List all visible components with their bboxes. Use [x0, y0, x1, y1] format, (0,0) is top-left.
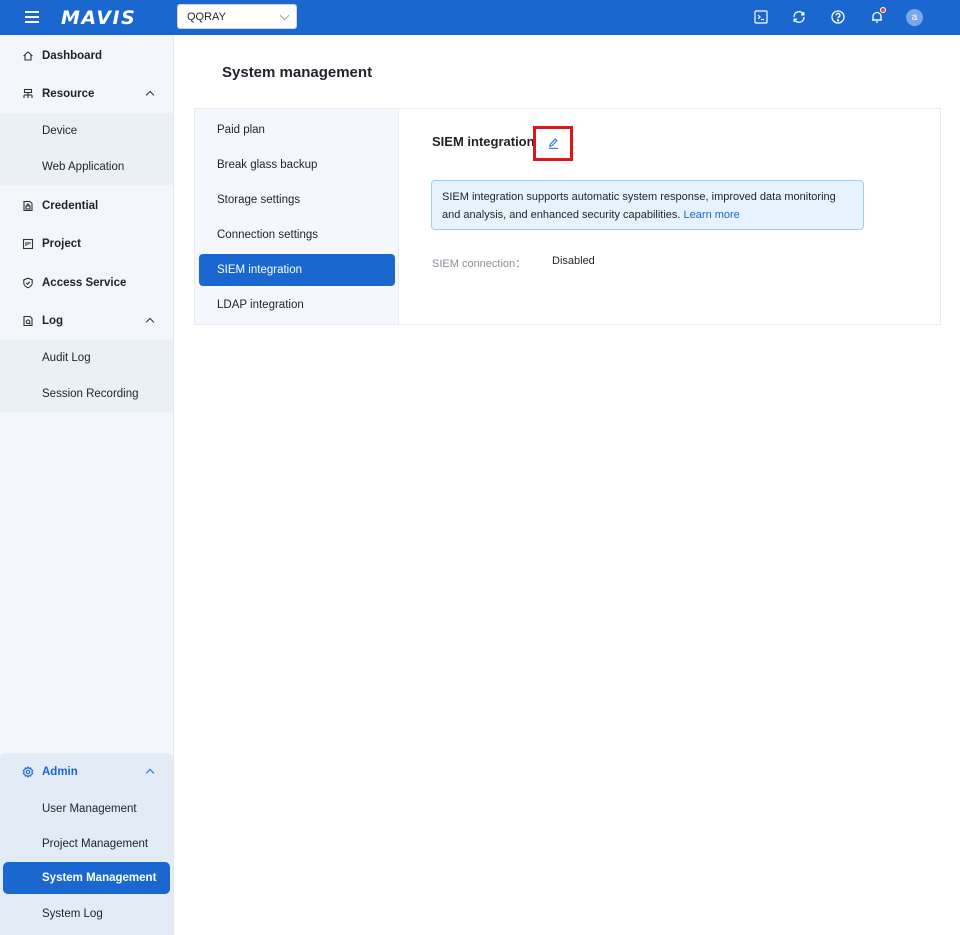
sidebar-item-label: Log	[42, 315, 64, 327]
sidebar-item-device[interactable]: Device	[0, 113, 173, 149]
avatar[interactable]: a	[906, 9, 923, 26]
terminal-icon[interactable]	[752, 8, 770, 26]
settings-tabs: Paid plan Break glass backup Storage set…	[195, 109, 399, 324]
sidebar-item-audit-log[interactable]: Audit Log	[0, 340, 173, 376]
help-icon[interactable]	[829, 8, 847, 26]
page-title: System management	[222, 64, 373, 81]
chevron-up-icon	[145, 90, 155, 100]
sidebar-item-label: Dashboard	[42, 50, 103, 62]
sidebar-item-web-application[interactable]: Web Application	[0, 149, 173, 185]
info-text: SIEM integration supports automatic syst…	[442, 191, 836, 221]
resource-submenu: Device Web Application	[0, 113, 173, 185]
siem-connection-label: SIEM connection：	[432, 258, 527, 270]
edit-icon[interactable]	[545, 136, 561, 152]
refresh-icon[interactable]	[790, 8, 808, 26]
sidebar-item-system-management[interactable]: System Management	[3, 862, 170, 894]
tab-paid-plan[interactable]: Paid plan	[199, 114, 395, 146]
sidebar-item-label: Resource	[42, 88, 95, 100]
sidebar-item-admin[interactable]: Admin	[0, 753, 173, 791]
credential-icon	[22, 200, 34, 212]
logo: MAVIS	[61, 7, 137, 29]
tab-siem-integration[interactable]: SIEM integration	[199, 254, 395, 286]
sidebar-item-user-management[interactable]: User Management	[0, 791, 173, 826]
edit-highlight	[533, 126, 573, 161]
sidebar-item-project[interactable]: Project	[0, 225, 173, 263]
sidebar-item-access-service[interactable]: Access Service	[0, 264, 173, 302]
shield-icon	[22, 277, 34, 289]
sidebar: Dashboard Resource Device Web Applicatio…	[0, 35, 174, 935]
sidebar-item-label: Access Service	[42, 277, 127, 289]
bell-icon[interactable]	[868, 7, 886, 26]
tab-connection-settings[interactable]: Connection settings	[199, 219, 395, 251]
menu-icon[interactable]	[25, 11, 39, 23]
chevron-up-icon	[145, 768, 155, 778]
info-banner: SIEM integration supports automatic syst…	[431, 180, 864, 230]
sidebar-item-label: Admin	[42, 766, 78, 778]
server-icon	[22, 88, 34, 100]
sidebar-item-dashboard[interactable]: Dashboard	[0, 37, 173, 75]
admin-section: Admin User Management Project Management…	[0, 753, 173, 935]
gear-icon	[22, 766, 34, 778]
sidebar-item-label: Credential	[42, 200, 99, 212]
chevron-down-icon	[279, 10, 290, 21]
notification-badge	[880, 7, 886, 13]
sidebar-item-log[interactable]: Log	[0, 302, 173, 340]
learn-more-link[interactable]: Learn more	[684, 209, 740, 221]
sidebar-item-system-log[interactable]: System Log	[0, 896, 173, 931]
settings-panel: Paid plan Break glass backup Storage set…	[194, 108, 941, 325]
sidebar-item-label: Project	[42, 238, 81, 250]
tenant-select[interactable]: QQRAY	[177, 4, 297, 29]
tenant-select-value: QQRAY	[187, 10, 226, 23]
home-icon	[22, 50, 34, 62]
tab-break-glass-backup[interactable]: Break glass backup	[199, 149, 395, 181]
project-icon	[22, 238, 34, 250]
sidebar-item-credential[interactable]: Credential	[0, 187, 173, 225]
log-submenu: Audit Log Session Recording	[0, 340, 173, 412]
tab-ldap-integration[interactable]: LDAP integration	[199, 289, 395, 321]
sidebar-item-session-recording[interactable]: Session Recording	[0, 376, 173, 412]
tab-storage-settings[interactable]: Storage settings	[199, 184, 395, 216]
log-icon	[22, 315, 34, 327]
top-bar: MAVIS QQRAY a	[0, 0, 960, 35]
sidebar-item-resource[interactable]: Resource	[0, 75, 173, 113]
section-title: SIEM integration	[432, 134, 535, 149]
chevron-up-icon	[145, 317, 155, 327]
sidebar-item-project-management[interactable]: Project Management	[0, 826, 173, 861]
siem-connection-value: Disabled	[552, 255, 595, 267]
